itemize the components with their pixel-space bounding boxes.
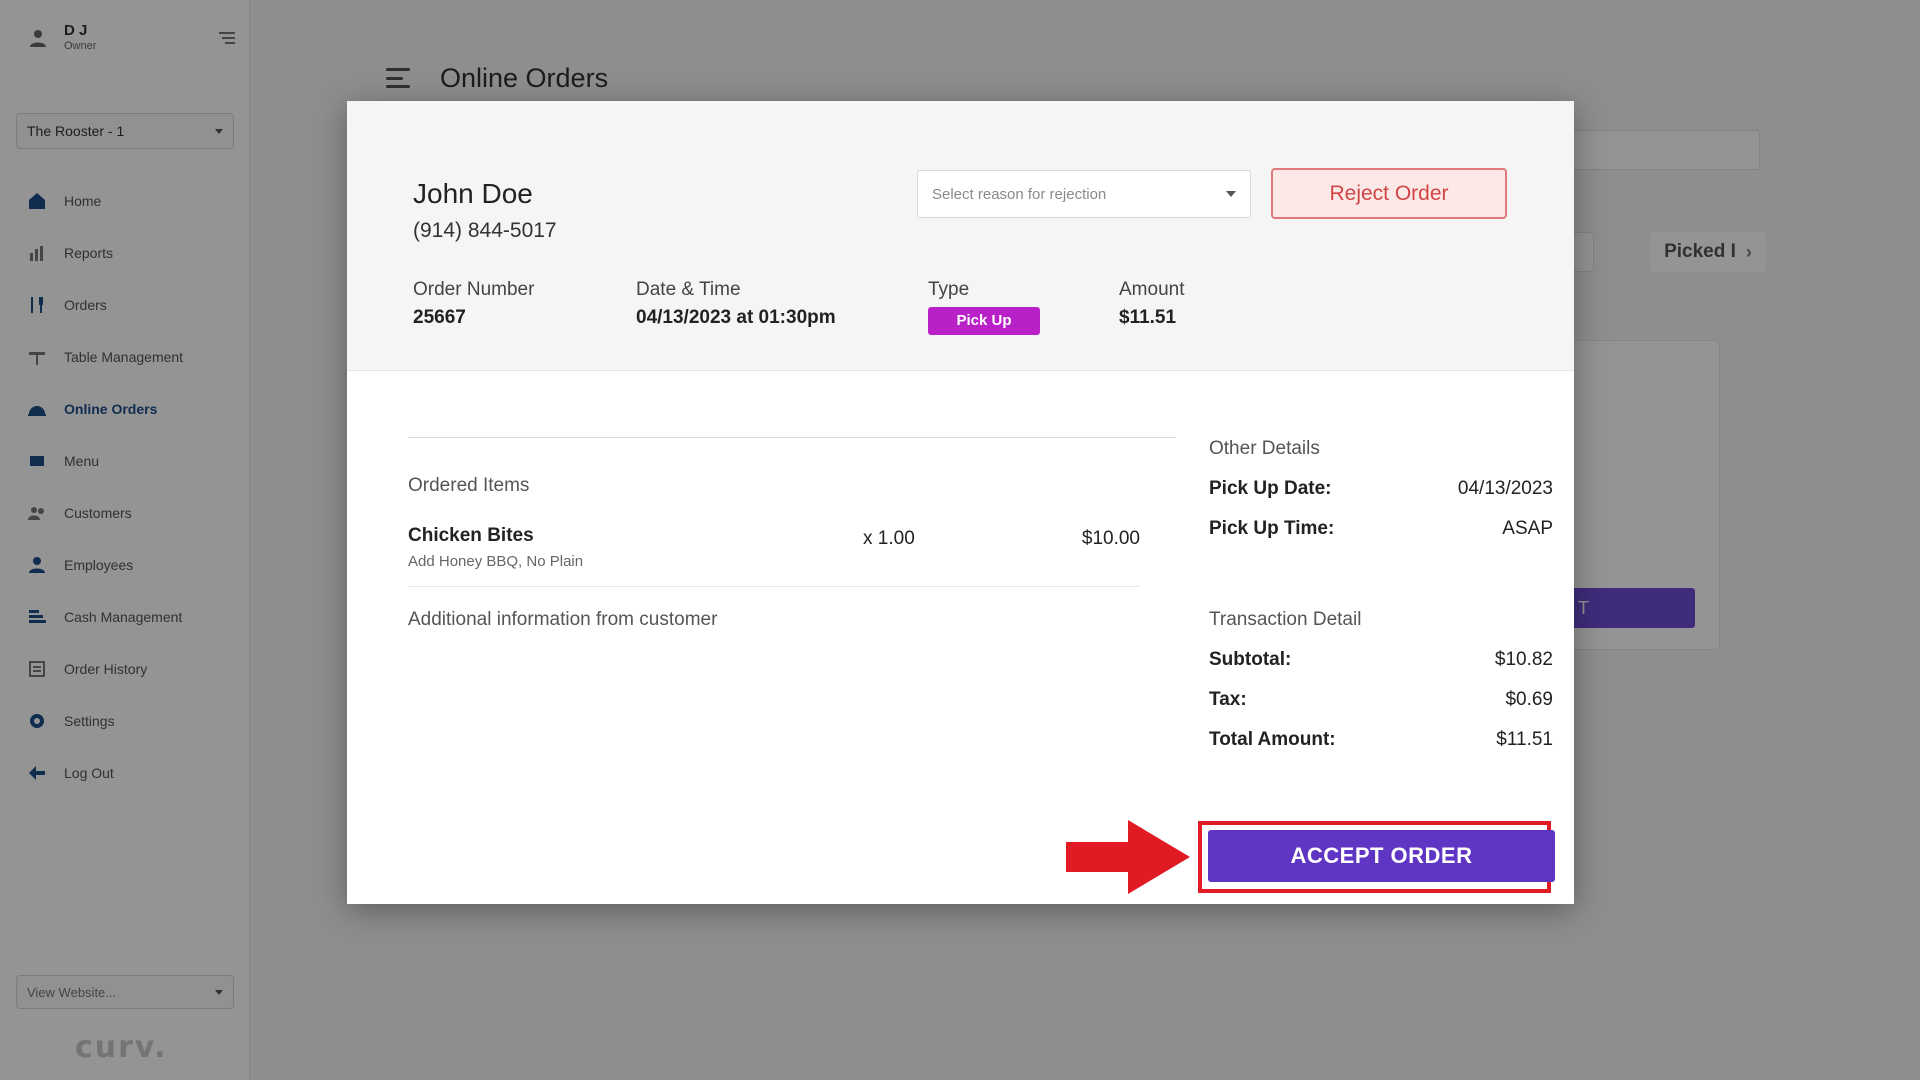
customer-phone: (914) 844-5017 bbox=[413, 219, 557, 242]
item-price: $10.00 bbox=[1081, 528, 1140, 549]
pickup-date-value: 04/13/2023 bbox=[1457, 478, 1553, 499]
ordered-items-title: Ordered Items bbox=[408, 475, 530, 496]
total-amount-label: Total Amount: bbox=[1209, 729, 1336, 750]
reject-order-button[interactable]: Reject Order bbox=[1271, 168, 1507, 219]
pickup-date-row: Pick Up Date: 04/13/2023 bbox=[1209, 478, 1553, 518]
item-modifiers: Add Honey BBQ, No Plain bbox=[408, 553, 584, 570]
transaction-detail-section: Transaction Detail Subtotal: $10.82 Tax:… bbox=[1209, 609, 1553, 769]
tax-value: $0.69 bbox=[1505, 689, 1553, 710]
subtotal-row: Subtotal: $10.82 bbox=[1209, 649, 1553, 689]
tax-row: Tax: $0.69 bbox=[1209, 689, 1553, 729]
other-details-title: Other Details bbox=[1209, 438, 1320, 459]
transaction-detail-title: Transaction Detail bbox=[1209, 609, 1362, 630]
order-number-block: Order Number 25667 bbox=[413, 279, 534, 329]
item-name: Chicken Bites bbox=[408, 525, 534, 546]
total-amount-row: Total Amount: $11.51 bbox=[1209, 729, 1553, 769]
order-number-label: Order Number bbox=[413, 279, 535, 300]
tax-label: Tax: bbox=[1209, 689, 1247, 710]
subtotal-value: $10.82 bbox=[1494, 649, 1553, 670]
datetime-label: Date & Time bbox=[636, 279, 741, 300]
rejection-reason-select[interactable]: Select reason for rejection bbox=[917, 170, 1251, 218]
pickup-time-row: Pick Up Time: ASAP bbox=[1209, 518, 1553, 558]
additional-info-title: Additional information from customer bbox=[408, 609, 718, 630]
accept-order-button[interactable]: ACCEPT ORDER bbox=[1208, 830, 1555, 882]
other-details-section: Other Details Pick Up Date: 04/13/2023 P… bbox=[1209, 438, 1553, 558]
item-quantity: x 1.00 bbox=[863, 528, 915, 549]
modal-header: John Doe (914) 844-5017 Select reason fo… bbox=[347, 101, 1574, 371]
datetime-block: Date & Time 04/13/2023 at 01:30pm bbox=[636, 279, 836, 329]
order-type-badge: Pick Up bbox=[928, 307, 1040, 335]
type-label: Type bbox=[928, 279, 970, 300]
amount-label: Amount bbox=[1119, 279, 1185, 300]
total-amount-value: $11.51 bbox=[1496, 729, 1553, 750]
rejection-reason-placeholder: Select reason for rejection bbox=[932, 185, 1107, 203]
pickup-time-value: ASAP bbox=[1502, 518, 1553, 539]
amount-block: Amount $11.51 bbox=[1119, 279, 1184, 329]
customer-name: John Doe bbox=[413, 178, 533, 209]
list-item: Chicken Bites Add Honey BBQ, No Plain x … bbox=[408, 523, 1140, 587]
order-detail-modal: John Doe (914) 844-5017 Select reason fo… bbox=[347, 101, 1574, 904]
section-divider bbox=[408, 437, 1176, 438]
datetime-value: 04/13/2023 at 01:30pm bbox=[636, 307, 836, 328]
amount-value: $11.51 bbox=[1119, 307, 1177, 328]
order-number-value: 25667 bbox=[413, 307, 466, 328]
subtotal-label: Subtotal: bbox=[1209, 649, 1292, 670]
red-arrow-icon bbox=[1066, 820, 1190, 894]
pickup-time-label: Pick Up Time: bbox=[1209, 518, 1335, 539]
chevron-down-icon bbox=[1226, 191, 1236, 197]
type-block: Type Pick Up bbox=[928, 279, 1040, 335]
pickup-date-label: Pick Up Date: bbox=[1209, 478, 1332, 499]
